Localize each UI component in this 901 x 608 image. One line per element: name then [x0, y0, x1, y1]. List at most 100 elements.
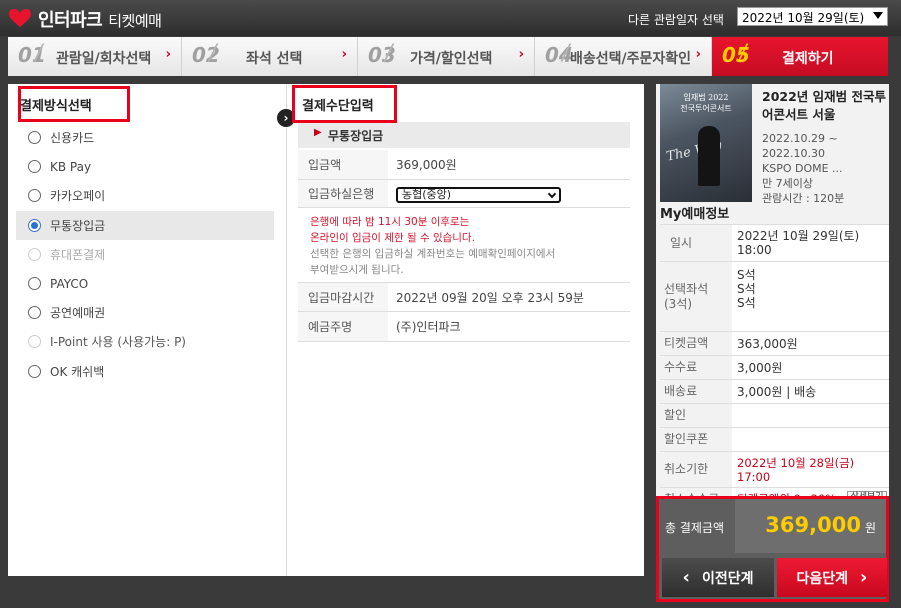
- heart-logo-icon: [9, 9, 31, 27]
- triangle-right-icon: ▶: [314, 127, 322, 138]
- seat-item: S석: [737, 268, 756, 282]
- radio-bank-transfer[interactable]: 무통장입금: [16, 210, 274, 240]
- chevron-right-icon: ›: [860, 567, 868, 588]
- radio-label: 휴대폰결제: [50, 247, 106, 262]
- notice-line: 선택한 은행의 입금하실 계좌번호는 예매확인페이지에서: [310, 248, 556, 260]
- slash-icon: /: [562, 41, 570, 66]
- radio-icon[interactable]: [28, 364, 41, 378]
- info-label: 할인쿠폰: [660, 428, 732, 451]
- radio-kakao-pay[interactable]: 카카오페이: [16, 181, 274, 210]
- radio-icon[interactable]: [28, 189, 41, 203]
- prev-step-label: 이전단계: [701, 570, 754, 587]
- logo-main: 인터파크: [38, 10, 103, 31]
- radio-payco[interactable]: PAYCO: [16, 269, 274, 298]
- top-bar: 인터파크 티켓예매 다른 관람일자 선택 2022년 10월 29일(토): [0, 0, 901, 36]
- info-row-seats: 선택좌석 (3석) S석 S석 S석: [660, 262, 889, 332]
- total-and-actions: 총 결제금액 369,000 원 ‹ 이전단계 다음단계 ›: [656, 496, 889, 602]
- radio-icon[interactable]: [28, 277, 41, 291]
- radio-label: I-Point 사용 (사용가능: P): [50, 335, 186, 350]
- step-2[interactable]: 02/ 좌석 선택 ›: [182, 37, 358, 76]
- info-value: [732, 404, 889, 427]
- radio-ok-cashbag[interactable]: OK 캐쉬백: [16, 357, 274, 386]
- booking-info-table: 일시 2022년 10월 29일(토) 18:00 선택좌석 (3석) S석 S석 S석…: [660, 224, 889, 508]
- notice-line: 은행에 따라 밤 11시 30분 이후로는: [310, 216, 470, 228]
- info-value: 3,000원: [732, 356, 889, 379]
- seat-item: S석: [737, 296, 756, 310]
- logo-sub: 티켓예매: [108, 12, 162, 30]
- slash-icon: /: [385, 41, 393, 66]
- amount-row: 입금액 369,000원: [298, 150, 630, 180]
- bank-row: 입금하실은행 농협(중앙): [298, 180, 630, 208]
- radio-selected-icon[interactable]: [28, 218, 41, 232]
- total-amount-value: 369,000: [765, 513, 861, 537]
- radio-icon[interactable]: [28, 306, 41, 320]
- other-date-label: 다른 관람일자 선택: [628, 13, 724, 27]
- radio-icon[interactable]: [28, 160, 41, 174]
- chevron-right-icon: ›: [165, 47, 171, 62]
- radio-label: PAYCO: [50, 276, 89, 291]
- date-select[interactable]: 2022년 10월 29일(토): [737, 7, 888, 26]
- info-label: 취소기한: [660, 452, 732, 487]
- bank-label: 입금하실은행: [298, 180, 388, 207]
- notice-line: 부여받으시게 됩니다.: [310, 264, 404, 276]
- payment-method-list: 신용카드 KB Pay 카카오페이 무통장입금 휴대폰결제 PAYCO 공연예매…: [16, 123, 274, 386]
- show-title: 2022년 임재범 전국투어콘서트 서울: [762, 89, 886, 122]
- poster-title-line: 임재범 2022: [683, 93, 729, 102]
- seat-item: S석: [737, 282, 756, 296]
- slash-icon: /: [739, 41, 747, 66]
- radio-icon: [28, 335, 41, 349]
- info-row-discount: 할인: [660, 404, 889, 428]
- poster-figure: [698, 126, 720, 186]
- selected-method-header: ▶ 무통장입금: [298, 122, 630, 148]
- info-value: S석 S석 S석: [732, 262, 889, 331]
- poster-title-line: 전국투어콘서트: [680, 104, 732, 113]
- next-step-button[interactable]: 다음단계 ›: [777, 558, 887, 597]
- bank-notice: 은행에 따라 밤 11시 30분 이후로는 온라인이 입금이 제한 될 수 있습…: [310, 214, 626, 278]
- radio-mobile-payment: 휴대폰결제: [16, 240, 274, 269]
- step-1[interactable]: 01/ 관람일/회차선택 ›: [8, 37, 182, 76]
- chevron-left-icon: ‹: [682, 567, 690, 588]
- poster-title: 임재범 2022 전국투어콘서트: [666, 92, 746, 114]
- radio-kb-pay[interactable]: KB Pay: [16, 152, 274, 181]
- bank-select-value: 농협(중앙): [402, 188, 452, 201]
- total-box: 총 결제금액 369,000 원: [659, 499, 886, 553]
- chevron-right-icon: ›: [341, 47, 347, 62]
- info-row-cancel-deadline: 취소기한 2022년 10월 28일(금) 17:00: [660, 452, 889, 488]
- radio-label: 공연예매권: [50, 306, 106, 321]
- prev-step-button[interactable]: ‹ 이전단계: [662, 558, 774, 597]
- radio-label: 신용카드: [50, 131, 95, 146]
- radio-label: OK 캐쉬백: [50, 364, 105, 379]
- amount-label: 입금액: [298, 150, 388, 179]
- slash-icon: /: [209, 41, 217, 66]
- method-name: 무통장입금: [328, 129, 384, 143]
- radio-icon: [28, 247, 41, 261]
- logo: 인터파크 티켓예매: [38, 6, 162, 32]
- payment-input-section: 결제수단입력 ▶ 무통장입금 입금액 369,000원 입금하실은행 농협(중앙…: [298, 84, 630, 344]
- show-meta: 2022.10.29 ~ 2022.10.30 KSPO DOME ... 만 …: [762, 131, 886, 206]
- total-label: 총 결제금액: [665, 521, 725, 535]
- holder-value: (주)인터파크: [396, 320, 461, 334]
- step-label: 가격/할인선택: [410, 51, 493, 67]
- step-3[interactable]: 03/ 가격/할인선택 ›: [358, 37, 535, 76]
- radio-i-point: I-Point 사용 (사용가능: P): [16, 327, 274, 356]
- radio-credit-card[interactable]: 신용카드: [16, 123, 274, 152]
- step-label: 좌석 선택: [246, 51, 303, 67]
- info-row-shipping: 배송료 3,000원 | 배송: [660, 380, 889, 404]
- show-date-end: 2022.10.30: [762, 147, 825, 160]
- info-value: 363,000원: [732, 332, 889, 355]
- deadline-label: 입금마감시간: [298, 283, 388, 311]
- seat-label: 선택좌석: [664, 281, 709, 296]
- radio-icon[interactable]: [28, 131, 41, 145]
- radio-label: 카카오페이: [50, 189, 106, 204]
- chevron-down-icon: [873, 12, 883, 19]
- cancel-date: 2022년 10월 28일(금): [737, 455, 855, 470]
- step-5-active[interactable]: 05/ 결제하기: [712, 37, 888, 76]
- total-amount: 369,000 원: [765, 513, 876, 537]
- radio-voucher[interactable]: 공연예매권: [16, 298, 274, 327]
- amount-value: 369,000원: [396, 158, 457, 172]
- date-line: 2022년 10월 29일(토): [737, 229, 860, 243]
- holder-row: 예금주명 (주)인터파크: [298, 312, 630, 342]
- date-select-value: 2022년 10월 29일(토): [742, 11, 865, 25]
- step-4[interactable]: 04/ 배송선택/주문자확인 ›: [535, 37, 712, 76]
- bank-select[interactable]: 농협(중앙): [396, 187, 561, 203]
